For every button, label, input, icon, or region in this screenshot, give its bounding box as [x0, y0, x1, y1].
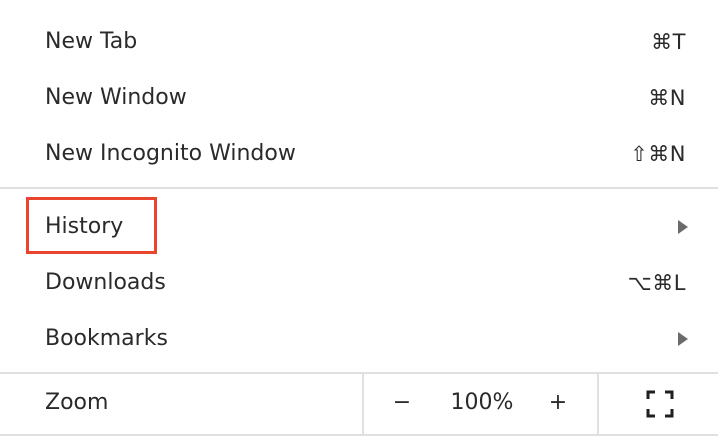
menu-item-shortcut: ⌘N: [648, 86, 686, 110]
menu-item-new-tab[interactable]: New Tab ⌘T: [0, 14, 718, 70]
menu-item-new-window[interactable]: New Window ⌘N: [0, 70, 718, 126]
history-highlight-annotation: [26, 197, 157, 254]
zoom-out-button[interactable]: −: [392, 388, 412, 418]
menu-item-label: New Tab: [45, 29, 138, 54]
menu-divider: [0, 187, 718, 189]
menu-item-new-incognito-window[interactable]: New Incognito Window ⇧⌘N: [0, 126, 718, 182]
chrome-app-menu: New Tab ⌘T New Window ⌘N New Incognito W…: [0, 0, 718, 446]
zoom-level: 100%: [450, 390, 514, 415]
menu-item-downloads[interactable]: Downloads ⌥⌘L: [0, 255, 718, 311]
fullscreen-icon[interactable]: [646, 390, 674, 418]
chevron-right-icon: [678, 332, 688, 346]
menu-item-label: Bookmarks: [45, 326, 168, 351]
menu-item-label: New Incognito Window: [45, 141, 296, 166]
menu-item-bookmarks[interactable]: Bookmarks: [0, 311, 718, 367]
menu-item-shortcut: ⇧⌘N: [630, 142, 686, 166]
menu-bottom-border: [0, 434, 718, 436]
menu-item-shortcut: ⌘T: [651, 30, 686, 54]
zoom-separator: [362, 374, 364, 434]
menu-item-label: Downloads: [45, 270, 166, 295]
zoom-separator: [597, 374, 599, 434]
zoom-label: Zoom: [45, 390, 109, 415]
zoom-row: Zoom − 100% +: [0, 374, 718, 434]
menu-item-label: New Window: [45, 85, 187, 110]
zoom-in-button[interactable]: +: [548, 388, 568, 418]
chevron-right-icon: [678, 220, 688, 234]
menu-item-shortcut: ⌥⌘L: [627, 271, 686, 295]
